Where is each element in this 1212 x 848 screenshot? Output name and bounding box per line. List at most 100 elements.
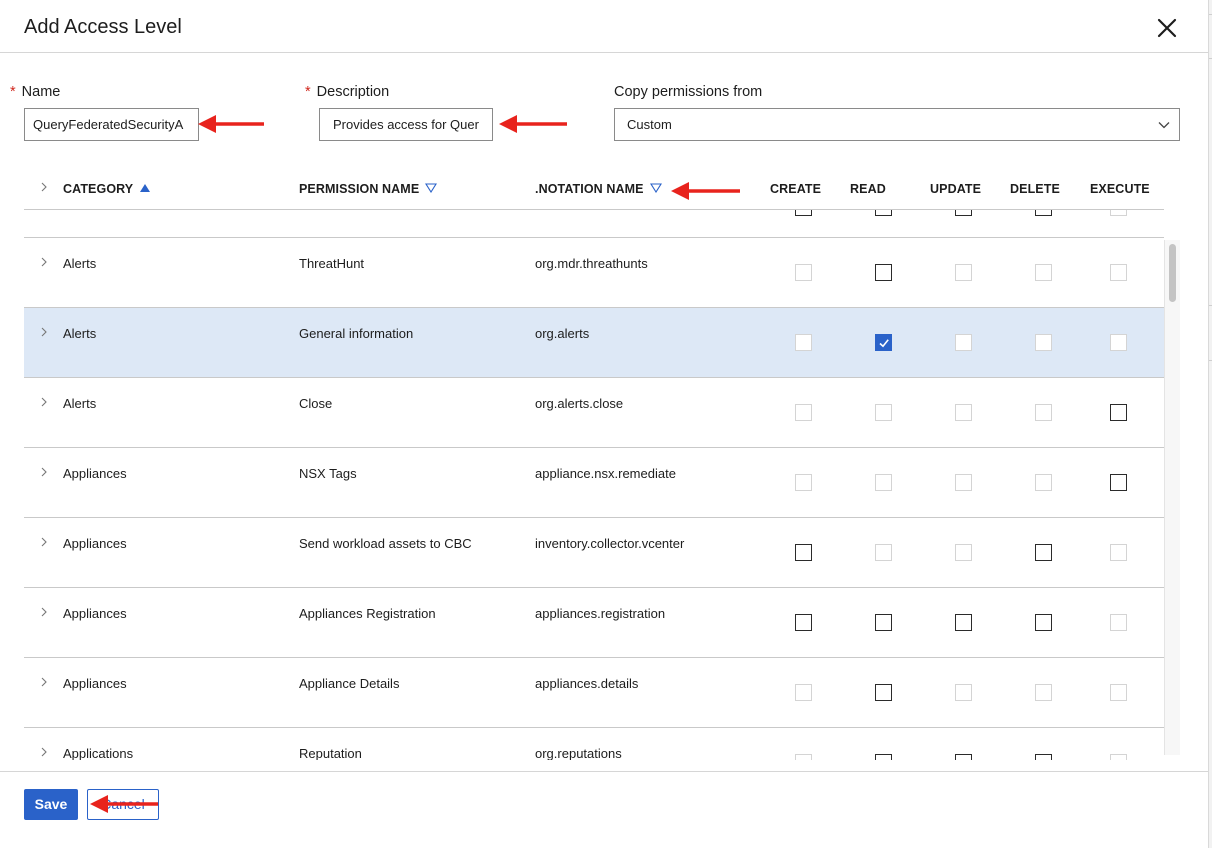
expand-row-chevron-icon[interactable] (39, 397, 49, 407)
checkbox-delete[interactable] (1035, 544, 1052, 561)
checkbox-delete (1035, 684, 1052, 701)
expand-row-chevron-icon[interactable] (39, 327, 49, 337)
checkbox-create[interactable] (795, 544, 812, 561)
name-label-text: Name (21, 84, 61, 100)
checkbox-create[interactable] (795, 210, 812, 216)
copy-permissions-label: Copy permissions from (614, 84, 763, 100)
dialog-footer: Save Cancel (0, 771, 1208, 848)
description-input[interactable]: Provides access for Quer (319, 108, 493, 141)
cell-permission: Appliances Registration (299, 606, 436, 621)
checkbox-delete (1035, 334, 1052, 351)
column-category[interactable]: CATEGORY (63, 182, 151, 196)
expand-row-chevron-icon[interactable] (39, 607, 49, 617)
annotation-arrow-icon (90, 795, 158, 813)
dialog-header: Add Access Level (0, 0, 1208, 53)
cell-permission: General information (299, 326, 414, 341)
expand-row-chevron-icon[interactable] (39, 677, 49, 687)
checkbox-read[interactable] (875, 210, 892, 216)
cell-notation: org.reputations (535, 746, 622, 760)
cell-notation: org.mdr.threathunts (535, 256, 648, 271)
column-create: CREATE (770, 182, 822, 196)
expand-all-chevron-icon[interactable] (39, 182, 49, 192)
checkbox-execute (1110, 754, 1127, 760)
required-mark: * (305, 84, 311, 100)
annotation-arrow-icon (671, 182, 740, 200)
column-read: READ (850, 182, 886, 196)
cell-notation: org.alerts.close (535, 396, 624, 411)
table-row[interactable]: Appliances Send workload assets to CBC inv… (24, 518, 1164, 588)
chevron-down-icon (1158, 122, 1170, 129)
save-button[interactable]: Save (24, 789, 78, 820)
sort-descending-icon (425, 183, 438, 194)
checkbox-delete[interactable] (1035, 210, 1052, 216)
cell-permission: Close (299, 396, 333, 411)
column-permission-name[interactable]: PERMISSION NAME (299, 182, 438, 196)
expand-row-chevron-icon[interactable] (39, 257, 49, 267)
checkbox-execute (1110, 684, 1127, 701)
checkbox-delete (1035, 404, 1052, 421)
name-input[interactable]: QueryFederatedSecurityA (24, 108, 199, 141)
checkbox-update (955, 404, 972, 421)
checkbox-create (795, 334, 812, 351)
column-notation-label: .NOTATION NAME (535, 182, 644, 196)
cell-permission: NSX Tags (299, 466, 357, 481)
description-label: * Description (305, 84, 389, 100)
copy-permissions-value: Custom (627, 117, 672, 132)
table-row[interactable]: Appliances Appliance Details appliances.de… (24, 658, 1164, 728)
column-category-label: CATEGORY (63, 182, 134, 196)
checkbox-read (875, 474, 892, 491)
checkbox-update[interactable] (955, 754, 972, 760)
column-notation-name[interactable]: .NOTATION NAME (535, 182, 662, 196)
checkbox-delete[interactable] (1035, 614, 1052, 631)
expand-row-chevron-icon[interactable] (39, 467, 49, 477)
column-update: UPDATE (930, 182, 982, 196)
checkbox-read[interactable] (875, 614, 892, 631)
checkbox-read[interactable] (875, 264, 892, 281)
checkbox-execute (1110, 334, 1127, 351)
permissions-table-header: CATEGORY PERMISSION NAME .NOTATION NAME … (24, 170, 1164, 210)
table-scrollbar[interactable] (1164, 240, 1180, 755)
expand-row-chevron-icon[interactable] (39, 747, 49, 757)
checkbox-delete (1035, 474, 1052, 491)
checkbox-execute (1110, 264, 1127, 281)
description-label-text: Description (316, 84, 390, 100)
name-label: * Name (10, 84, 60, 100)
table-row[interactable]: Appliances NSX Tags appliance.nsx.remediat… (24, 448, 1164, 518)
expand-row-chevron-icon[interactable] (39, 537, 49, 547)
checkbox-update (955, 544, 972, 561)
copy-permissions-select[interactable]: Custom (614, 108, 1180, 141)
table-row-partial (24, 210, 1164, 238)
cell-category: Alerts (63, 326, 97, 341)
checkbox-read[interactable] (875, 334, 892, 351)
background-page-edge (1208, 0, 1212, 848)
scrollbar-thumb[interactable] (1169, 244, 1176, 302)
checkbox-create[interactable] (795, 614, 812, 631)
cell-notation: appliances.registration (535, 606, 666, 621)
checkbox-execute (1110, 614, 1127, 631)
table-row[interactable]: Appliances Appliances Registration applian… (24, 588, 1164, 658)
dialog-title: Add Access Level (24, 16, 182, 38)
table-row[interactable]: Alerts General information org.alerts (24, 308, 1164, 378)
column-execute: EXECUTE (1090, 182, 1150, 196)
table-row[interactable]: Alerts ThreatHunt org.mdr.threathunts (24, 238, 1164, 308)
annotation-arrow-icon (198, 115, 264, 133)
table-row[interactable]: Alerts Close org.alerts.close (24, 378, 1164, 448)
checkbox-delete (1035, 264, 1052, 281)
checkbox-create (795, 474, 812, 491)
checkbox-update (955, 474, 972, 491)
cell-category: Applications (63, 746, 134, 760)
checkbox-update[interactable] (955, 210, 972, 216)
checkbox-create (795, 684, 812, 701)
checkbox-read[interactable] (875, 684, 892, 701)
checkbox-execute[interactable] (1110, 474, 1127, 491)
table-row[interactable]: Applications Reputation org.reputations (24, 728, 1164, 760)
checkbox-delete[interactable] (1035, 754, 1052, 760)
checkbox-update[interactable] (955, 614, 972, 631)
close-icon[interactable] (1153, 14, 1181, 42)
checkbox-execute (1110, 544, 1127, 561)
checkbox-read[interactable] (875, 754, 892, 760)
checkbox-execute[interactable] (1110, 404, 1127, 421)
add-access-level-dialog: Add Access Level * Name QueryFederatedSec… (0, 0, 1208, 848)
cell-category: Appliances (63, 676, 127, 691)
cell-notation: appliance.nsx.remediate (535, 466, 676, 481)
